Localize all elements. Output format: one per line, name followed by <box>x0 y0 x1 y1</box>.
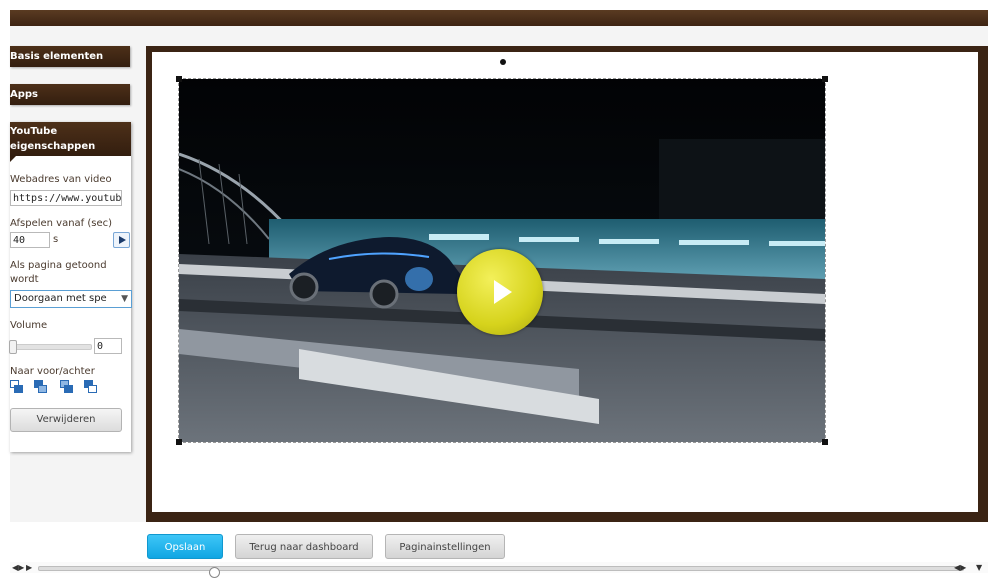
volume-slider[interactable] <box>9 340 92 354</box>
page-settings-button[interactable]: Paginainstellingen <box>385 534 505 559</box>
volume-input[interactable]: 0 <box>94 338 122 354</box>
panel-basic-elements-label: Basis elementen <box>10 51 104 62</box>
scroll-first-icon[interactable]: ◀▶ <box>12 563 24 572</box>
on-show-select-value: Doorgaan met spe <box>14 293 107 304</box>
rotate-handle[interactable] <box>500 59 506 65</box>
big-play-icon[interactable] <box>457 249 543 335</box>
order-backward-icon[interactable] <box>60 380 76 394</box>
youtube-properties-title-1: YouTube <box>10 126 58 137</box>
back-to-dashboard-button[interactable]: Terug naar dashboard <box>235 534 373 559</box>
panel-basic-elements[interactable]: Basis elementen <box>10 46 130 67</box>
youtube-properties-header: YouTube eigenschappen <box>10 122 131 162</box>
top-bar <box>10 10 988 26</box>
order-forward-icon[interactable] <box>34 380 50 394</box>
volume-slider-handle[interactable] <box>9 340 17 354</box>
resize-handle-top-right[interactable] <box>822 76 828 82</box>
scroll-prev-icon[interactable]: ◀▶ <box>954 563 966 572</box>
play-icon[interactable] <box>113 232 130 248</box>
save-button[interactable]: Opslaan <box>147 534 223 559</box>
start-time-unit: s <box>53 234 59 245</box>
video-url-label: Webadres van video <box>10 174 112 185</box>
delete-button[interactable]: Verwijderen <box>10 408 122 432</box>
on-show-label-1: Als pagina getoond <box>10 260 107 271</box>
scrollbar-thumb[interactable] <box>209 567 220 578</box>
panel-apps[interactable]: Apps <box>10 84 130 105</box>
panel-apps-label: Apps <box>10 89 39 100</box>
order-icons <box>10 380 110 396</box>
on-show-label-2: wordt <box>10 274 39 285</box>
youtube-properties-title-2: eigenschappen <box>10 141 96 152</box>
volume-label: Volume <box>10 320 48 331</box>
on-show-select[interactable]: Doorgaan met spe ▼ <box>10 290 132 308</box>
scroll-right-icon[interactable]: ▶ <box>26 563 32 572</box>
start-time-label: Afspelen vanaf (sec) <box>10 218 113 229</box>
resize-handle-top-left[interactable] <box>176 76 182 82</box>
video-url-input[interactable]: https://www.youtube <box>10 190 122 206</box>
youtube-properties-panel: YouTube eigenschappen Webadres van video… <box>9 122 132 452</box>
scrollbar-track[interactable] <box>38 566 964 578</box>
chevron-down-icon: ▼ <box>121 294 128 304</box>
horizontal-scrollbar[interactable]: ◀▶ ▶ ◀▶ ▼ <box>10 562 988 578</box>
scroll-down-icon[interactable]: ▼ <box>976 563 982 572</box>
order-front-icon[interactable] <box>10 380 26 394</box>
order-label: Naar voor/achter <box>10 366 95 377</box>
resize-handle-bottom-right[interactable] <box>822 439 828 445</box>
resize-handle-bottom-left[interactable] <box>176 439 182 445</box>
start-time-input[interactable]: 40 <box>10 232 50 248</box>
order-back-icon[interactable] <box>84 380 100 394</box>
